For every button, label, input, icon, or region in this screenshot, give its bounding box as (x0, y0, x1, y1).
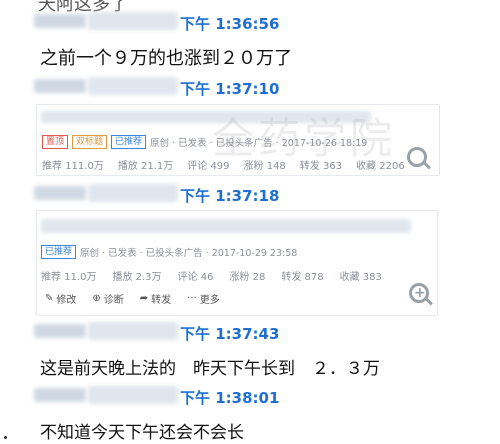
card-meta-text: 原创 · 已发表 · 已投头条广告 · 2017-10-29 23:58 (80, 248, 298, 259)
message-text: 这是前天晚上法的 昨天下午长到 ２．３万 (40, 359, 380, 379)
sender-name-blur (88, 77, 178, 95)
message-text: 之前一个９万的也涨到２０万了 (40, 48, 292, 69)
sender-avatar-blur (34, 388, 86, 402)
sender-name-blur (88, 386, 178, 404)
diagnose-action[interactable]: ⊕ 诊断 (92, 291, 123, 306)
watermark-text: 全药学院 (212, 114, 397, 163)
message-timestamp: 下午 1:37:43 (180, 325, 280, 343)
stat-recommend: 推荐 111.0万 (42, 161, 104, 172)
article-card-image[interactable]: 置顶 双标题 已推荐 原创 · 已发表 · 已投头条广告 · 2017-10-2… (36, 104, 440, 176)
more-action[interactable]: ··· 更多 (187, 291, 220, 306)
stat-recommend: 推荐 11.0万 (41, 272, 97, 283)
message-text: 不知道今天下午还会不会长 (40, 423, 244, 443)
card-actions-row: ✎ 修改 ⊕ 诊断 ➦ 转发 ··· 更多 (45, 291, 220, 306)
zoom-plus-icon: + (414, 285, 426, 301)
zoom-icon[interactable] (407, 147, 427, 167)
sender-avatar-blur (34, 14, 86, 28)
card-stats-row: 推荐 11.0万 播放 2.3万 评论 46 涨粉 28 转发 878 收藏 3… (41, 268, 382, 283)
share-icon: ➦ (139, 293, 149, 304)
sender-avatar-blur (34, 186, 86, 200)
diagnose-icon: ⊕ (92, 293, 101, 304)
stat-follow: 涨粉 28 (229, 272, 266, 283)
sender-name-blur (88, 12, 178, 30)
article-card-image[interactable]: 已推荐 原创 · 已发表 · 已投头条广告 · 2017-10-29 23:58… (36, 210, 438, 316)
stat-share: 转发 878 (281, 272, 324, 283)
bullet-dot (4, 436, 7, 439)
sender-name-blur (88, 322, 178, 340)
article-title-blur (41, 219, 411, 233)
message-timestamp: 下午 1:37:10 (180, 80, 280, 98)
sender-avatar-blur (34, 79, 86, 93)
message-timestamp: 下午 1:36:56 (180, 15, 280, 33)
tag-pinned: 置顶 (42, 135, 69, 149)
stat-play: 播放 2.3万 (112, 272, 162, 283)
more-icon: ··· (187, 293, 197, 304)
tag-double-title: 双标题 (72, 135, 108, 149)
tag-recommended: 已推荐 (41, 245, 77, 259)
stat-play: 播放 21.1万 (117, 161, 174, 172)
card-meta-row: 已推荐 原创 · 已发表 · 已投头条广告 · 2017-10-29 23:58 (41, 245, 297, 259)
pencil-icon: ✎ (45, 293, 54, 304)
share-action[interactable]: ➦ 转发 (140, 291, 171, 306)
stat-favorite: 收藏 383 (339, 272, 382, 283)
sender-name-blur (88, 184, 178, 202)
edit-action[interactable]: ✎ 修改 (45, 291, 76, 306)
message-timestamp: 下午 1:37:18 (180, 187, 280, 205)
message-timestamp: 下午 1:38:01 (180, 389, 280, 407)
stat-comment: 评论 46 (177, 272, 214, 283)
sender-avatar-blur (34, 324, 86, 338)
tag-recommended: 已推荐 (111, 135, 147, 149)
